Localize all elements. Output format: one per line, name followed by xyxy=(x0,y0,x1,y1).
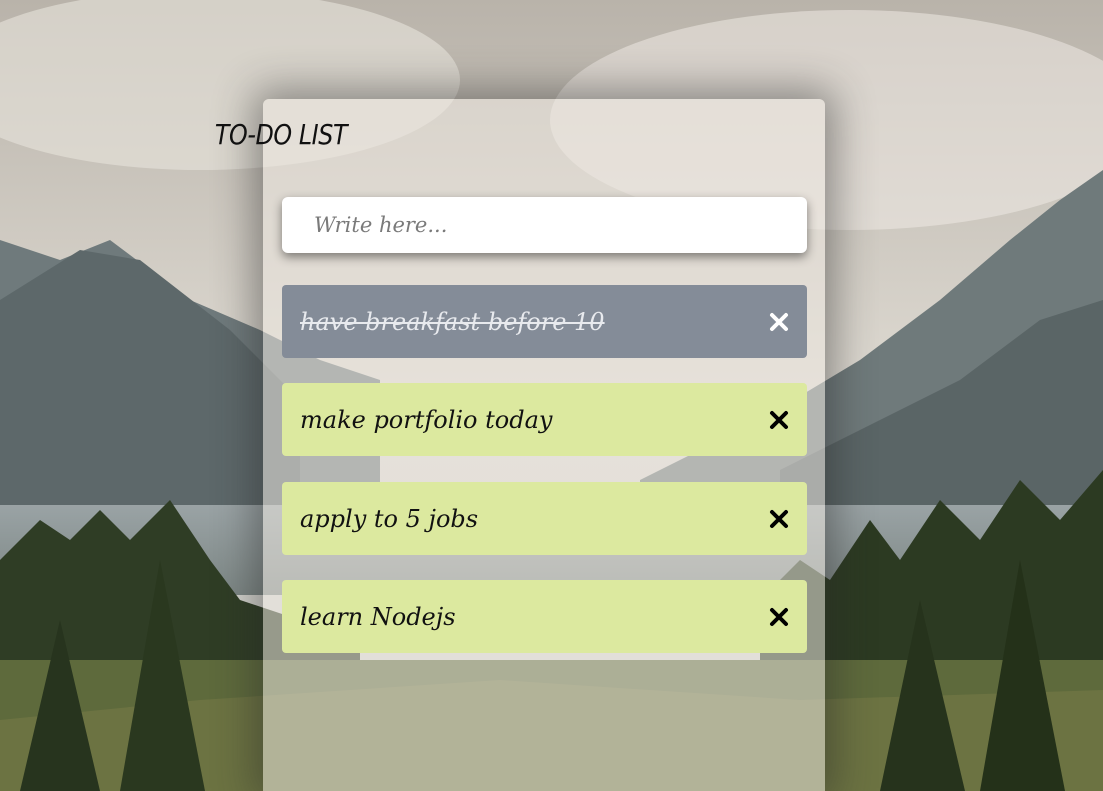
todo-item-text: have breakfast before 10 xyxy=(300,307,605,336)
todo-item[interactable]: apply to 5 jobs xyxy=(282,482,807,555)
close-icon xyxy=(770,312,788,331)
close-icon xyxy=(770,509,788,528)
new-todo-input[interactable] xyxy=(282,197,807,253)
todo-item[interactable]: learn Nodejs xyxy=(282,580,807,653)
delete-todo-button[interactable] xyxy=(768,409,790,431)
delete-todo-button[interactable] xyxy=(768,606,790,628)
delete-todo-button[interactable] xyxy=(768,508,790,530)
page-title: TO-DO LIST xyxy=(214,118,348,151)
delete-todo-button[interactable] xyxy=(768,311,790,333)
todo-item-text: apply to 5 jobs xyxy=(300,504,479,533)
new-todo-field[interactable] xyxy=(282,197,807,253)
todo-item-text: learn Nodejs xyxy=(300,602,456,631)
todo-item-done[interactable]: have breakfast before 10 xyxy=(282,285,807,358)
close-icon xyxy=(770,410,788,429)
close-icon xyxy=(770,607,788,626)
todo-item-text: make portfolio today xyxy=(300,405,553,434)
todo-item[interactable]: make portfolio today xyxy=(282,383,807,456)
